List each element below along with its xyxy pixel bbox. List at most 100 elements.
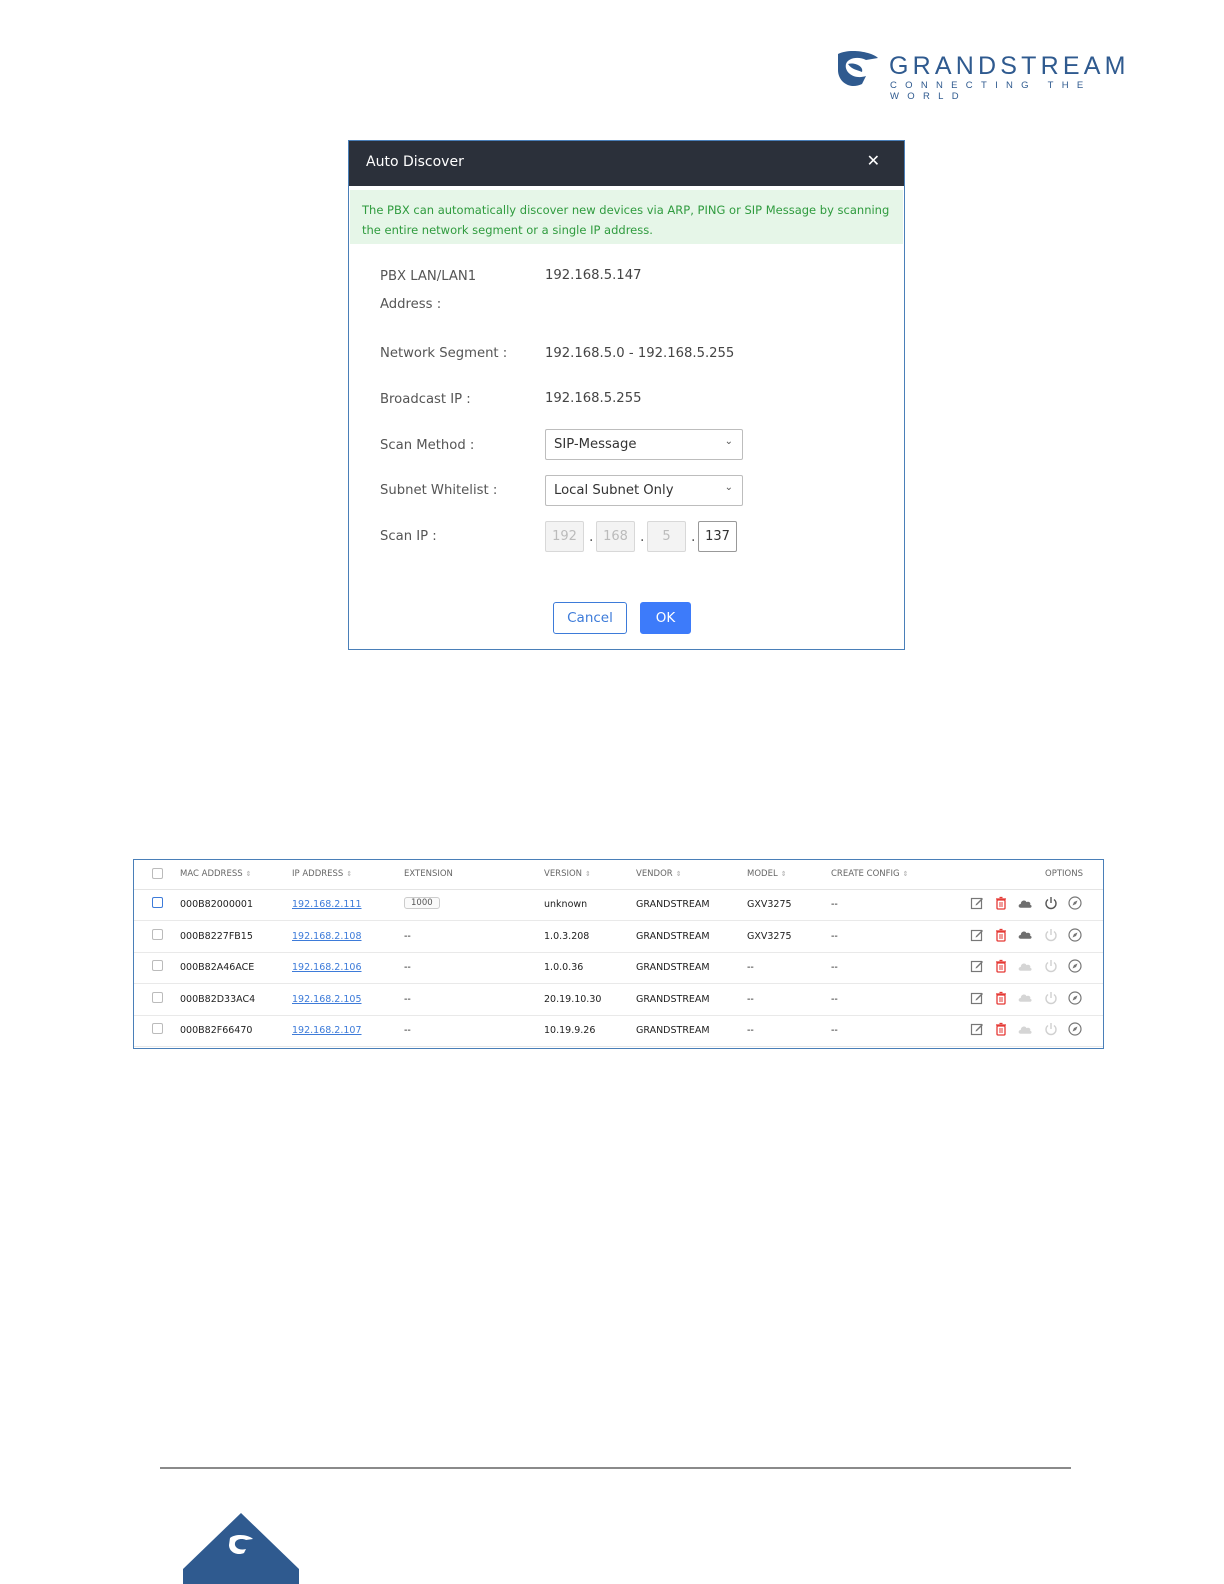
edit-icon[interactable] xyxy=(969,1021,985,1037)
cell-create-config: -- xyxy=(831,899,838,910)
cell-model: GXV3275 xyxy=(747,899,792,910)
ip-separator: . xyxy=(589,529,594,545)
delete-icon[interactable] xyxy=(993,927,1009,943)
cell-ip-link[interactable]: 192.168.2.107 xyxy=(292,1025,362,1036)
subnet-whitelist-select[interactable]: Local Subnet Only ⌄ xyxy=(545,475,743,506)
delete-icon[interactable] xyxy=(993,990,1009,1006)
dialog-title: Auto Discover xyxy=(366,154,464,170)
cell-create-config: -- xyxy=(831,962,838,974)
ip-separator: . xyxy=(691,529,696,545)
grandstream-logo: GRANDSTREAM CONNECTING THE WORLD xyxy=(836,50,1166,102)
header-mac[interactable]: MAC ADDRESS ⇕ xyxy=(180,869,251,879)
cell-vendor: GRANDSTREAM xyxy=(636,930,710,942)
cell-version: 1.0.0.36 xyxy=(544,962,584,974)
compass-icon[interactable] xyxy=(1067,1021,1083,1037)
header-model[interactable]: MODEL ⇕ xyxy=(747,869,787,879)
cloud-icon[interactable] xyxy=(1017,990,1033,1006)
compass-icon[interactable] xyxy=(1067,958,1083,974)
power-icon[interactable] xyxy=(1043,990,1059,1006)
power-icon[interactable] xyxy=(1043,958,1059,974)
compass-icon[interactable] xyxy=(1067,895,1083,911)
cell-mac: 000B82A46ACE xyxy=(180,962,255,974)
table-row: 000B82A46ACE 192.168.2.106 -- 1.0.0.36 GRAND… xyxy=(134,952,1103,985)
cell-create-config: -- xyxy=(831,930,838,942)
chevron-down-icon: ⌄ xyxy=(724,436,733,447)
cell-extension: -- xyxy=(404,962,411,974)
sort-icon: ⇕ xyxy=(585,870,591,878)
close-icon[interactable]: ✕ xyxy=(867,151,880,170)
table-row: 000B82000001 192.168.2.111 1000 unknown GRAN… xyxy=(134,889,1103,921)
cell-version: 1.0.3.208 xyxy=(544,930,590,942)
row-checkbox[interactable] xyxy=(152,991,163,1003)
delete-icon[interactable] xyxy=(993,895,1009,911)
row-checkbox[interactable] xyxy=(152,897,163,908)
subnet-whitelist-label: Subnet Whitelist : xyxy=(380,483,498,498)
row-checkbox[interactable] xyxy=(152,1023,163,1035)
scan-method-value: SIP-Message xyxy=(554,437,637,452)
cell-ip-link[interactable]: 192.168.2.108 xyxy=(292,931,362,942)
cell-ip-link[interactable]: 192.168.2.106 xyxy=(292,962,362,973)
cell-vendor: GRANDSTREAM xyxy=(636,899,710,910)
edit-icon[interactable] xyxy=(969,958,985,974)
delete-icon[interactable] xyxy=(993,1021,1009,1037)
edit-icon[interactable] xyxy=(969,990,985,1006)
broadcast-ip-value: 192.168.5.255 xyxy=(545,391,642,406)
header-version[interactable]: VERSION ⇕ xyxy=(544,869,591,879)
row-checkbox[interactable] xyxy=(152,928,163,940)
power-icon[interactable] xyxy=(1043,927,1059,943)
header-create-config[interactable]: CREATE CONFIG ⇕ xyxy=(831,869,908,879)
extension-badge: 1000 xyxy=(404,897,440,909)
scan-ip-octet-2: 168 xyxy=(596,521,635,552)
table-row: 000B82D33AC4 192.168.2.105 -- 20.19.10.30 GR… xyxy=(134,984,1103,1016)
compass-icon[interactable] xyxy=(1067,990,1083,1006)
header-options: OPTIONS xyxy=(1045,869,1083,879)
cell-ip-link[interactable]: 192.168.2.111 xyxy=(292,899,362,910)
subnet-whitelist-value: Local Subnet Only xyxy=(554,483,674,498)
power-icon[interactable] xyxy=(1043,1021,1059,1037)
cell-extension: 1000 xyxy=(404,897,440,909)
cell-mac: 000B82000001 xyxy=(180,899,254,910)
edit-icon[interactable] xyxy=(969,895,985,911)
sort-icon: ⇕ xyxy=(245,870,252,878)
ok-button[interactable]: OK xyxy=(640,602,691,634)
cell-vendor: GRANDSTREAM xyxy=(636,1025,710,1037)
sort-icon: ⇕ xyxy=(675,870,682,878)
sort-icon: ⇕ xyxy=(902,870,909,878)
table-row: 000B82F66470 192.168.2.107 -- 10.19.9.26 GRA… xyxy=(134,1015,1103,1048)
edit-icon[interactable] xyxy=(969,927,985,943)
scan-method-select[interactable]: SIP-Message ⌄ xyxy=(545,429,743,460)
cloud-icon[interactable] xyxy=(1017,927,1033,943)
cell-extension: -- xyxy=(404,993,411,1005)
grandstream-footer-logo-icon xyxy=(183,1513,299,1584)
ip-separator: . xyxy=(640,529,645,545)
header-extension: EXTENSION xyxy=(404,869,453,879)
cloud-icon[interactable] xyxy=(1017,958,1033,974)
scan-ip-octet-4-input[interactable]: 137 xyxy=(698,521,737,552)
cell-create-config: -- xyxy=(831,993,838,1005)
cloud-icon[interactable] xyxy=(1017,1021,1033,1037)
cell-vendor: GRANDSTREAM xyxy=(636,962,710,974)
delete-icon[interactable] xyxy=(993,958,1009,974)
power-icon[interactable] xyxy=(1043,895,1059,911)
row-checkbox[interactable] xyxy=(152,960,163,972)
cell-ip-link[interactable]: 192.168.2.105 xyxy=(292,994,362,1005)
scan-ip-octet-3: 5 xyxy=(647,521,686,552)
cell-model: -- xyxy=(747,962,754,974)
pbx-lan-label-line2: Address : xyxy=(380,297,442,312)
cell-extension: -- xyxy=(404,930,411,942)
sort-icon: ⇕ xyxy=(346,870,353,878)
cloud-icon[interactable] xyxy=(1017,895,1033,911)
compass-icon[interactable] xyxy=(1067,927,1083,943)
header-ip[interactable]: IP ADDRESS ⇕ xyxy=(292,869,352,879)
cancel-button[interactable]: Cancel xyxy=(553,602,627,634)
pbx-lan-value: 192.168.5.147 xyxy=(545,268,642,283)
select-all-checkbox[interactable] xyxy=(152,868,163,879)
brand-tagline: CONNECTING THE WORLD xyxy=(890,80,1092,102)
network-segment-value: 192.168.5.0 - 192.168.5.255 xyxy=(545,346,735,361)
scan-ip-octet-1: 192 xyxy=(545,521,584,552)
header-vendor[interactable]: VENDOR ⇕ xyxy=(636,869,682,879)
cell-extension: -- xyxy=(404,1025,411,1037)
pbx-lan-label-line1: PBX LAN/LAN1 xyxy=(380,269,477,284)
cell-mac: 000B8227FB15 xyxy=(180,930,253,942)
brand-name: GRANDSTREAM xyxy=(889,52,1130,80)
